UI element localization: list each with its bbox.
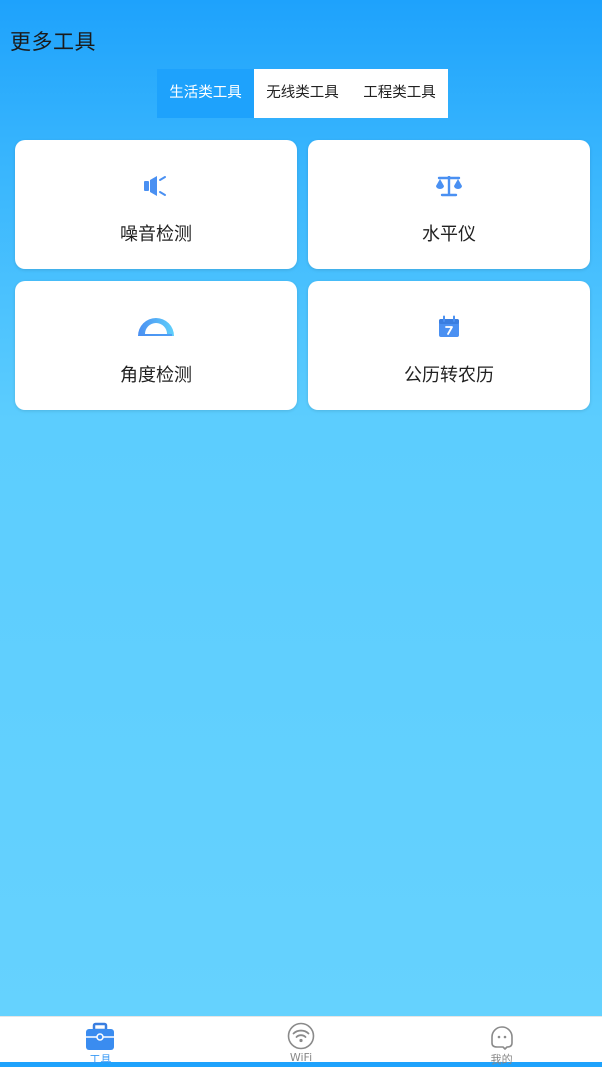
wifi-icon	[286, 1021, 316, 1051]
profile-icon	[487, 1021, 517, 1051]
nav-item-wifi[interactable]: WiFi	[201, 1017, 402, 1064]
tab-wireless-tools[interactable]: 无线类工具	[254, 69, 351, 118]
tool-label: 角度检测	[120, 365, 192, 386]
tool-label: 噪音检测	[120, 224, 192, 245]
nav-label: 工具	[89, 1053, 112, 1066]
page-title: 更多工具	[10, 30, 96, 54]
protractor-icon	[136, 312, 176, 342]
nav-item-tools[interactable]: 工具	[0, 1017, 201, 1066]
tool-label: 水平仪	[422, 224, 476, 245]
tab-engineering-tools[interactable]: 工程类工具	[351, 69, 448, 118]
nav-item-profile[interactable]: 我的	[401, 1017, 602, 1066]
nav-label: WiFi	[289, 1051, 313, 1064]
balance-scale-icon	[429, 171, 469, 201]
tool-label: 公历转农历	[404, 365, 494, 386]
tool-card-level[interactable]: 水平仪	[308, 140, 590, 269]
tab-life-tools[interactable]: 生活类工具	[157, 69, 254, 118]
tool-card-angle-detection[interactable]: 角度检测	[15, 281, 297, 410]
bottom-nav: 工具 WiFi 我的	[0, 1016, 602, 1066]
tool-category-tabs: 生活类工具 无线类工具 工程类工具	[157, 69, 448, 118]
tool-card-noise-detection[interactable]: 噪音检测	[15, 140, 297, 269]
speaker-icon	[136, 171, 176, 201]
calendar-icon	[429, 312, 469, 342]
tool-card-calendar-convert[interactable]: 公历转农历	[308, 281, 590, 410]
toolbox-icon	[85, 1021, 115, 1051]
nav-label: 我的	[490, 1053, 513, 1066]
